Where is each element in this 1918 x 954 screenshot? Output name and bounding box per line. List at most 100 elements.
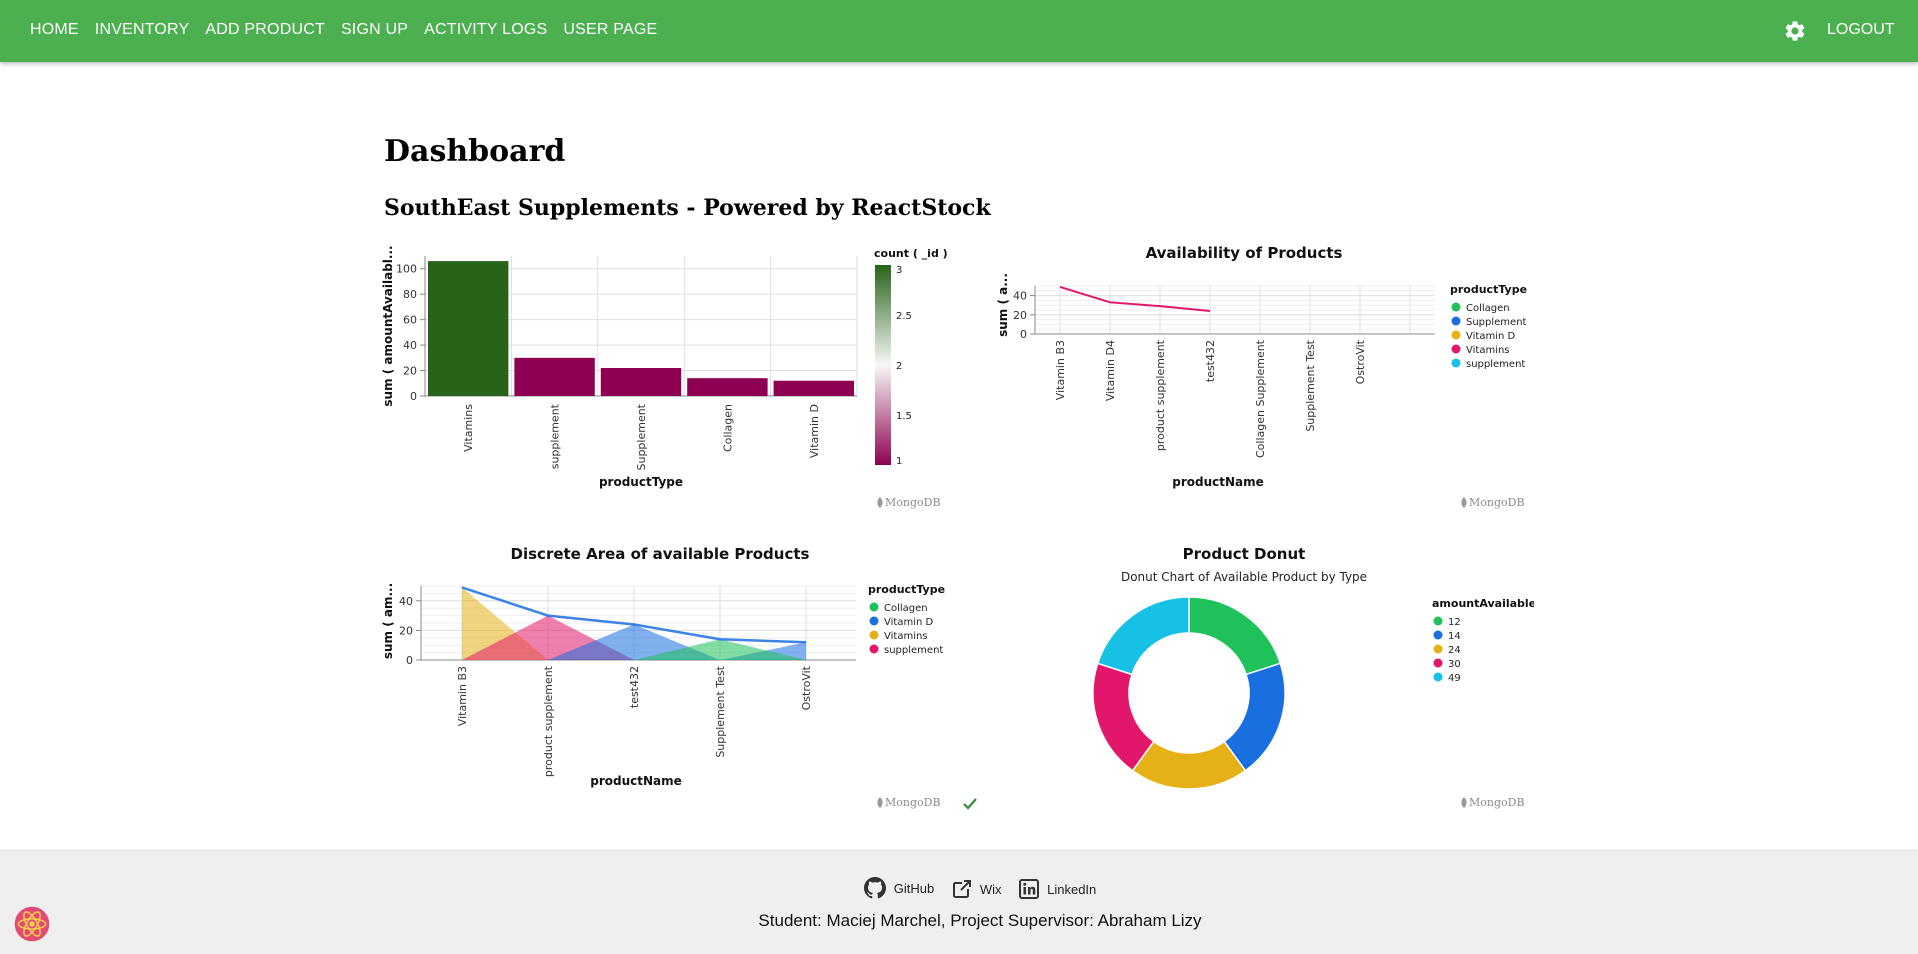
y-axis-title: sum ( a...	[996, 273, 1010, 337]
github-label: GitHub	[893, 880, 935, 896]
y-tick-label: 20	[1013, 309, 1027, 322]
bar	[428, 261, 509, 396]
bar	[514, 357, 595, 396]
legend-tick-label: 2.5	[896, 311, 912, 322]
x-axis-title: productName	[1172, 475, 1264, 489]
linkedin-link[interactable]: LinkedIn	[1019, 879, 1096, 899]
main-nav: HOME INVENTORY ADD PRODUCT SIGN UP ACTIV…	[22, 0, 665, 60]
legend-swatch	[1433, 644, 1443, 654]
donut-slice	[1188, 596, 1282, 676]
legend-item-label: Collagen	[884, 603, 928, 614]
x-tick-label: OstroVit	[1354, 339, 1367, 384]
wix-link[interactable]: Wix	[952, 879, 1002, 899]
x-tick-label: Vitamins	[462, 404, 475, 452]
nav-activity-logs[interactable]: ACTIVITY LOGS	[424, 21, 547, 39]
donut-slice	[1092, 662, 1155, 772]
nav-user-page[interactable]: USER PAGE	[563, 21, 657, 39]
mongodb-brand-label: MongoDB	[885, 796, 941, 809]
legend-swatch	[1433, 672, 1443, 682]
legend-item-label: supplement	[1466, 359, 1525, 370]
gear-icon[interactable]	[1783, 19, 1807, 43]
react-logo-icon	[14, 906, 50, 942]
y-tick-label: 0	[410, 390, 417, 403]
y-tick-label: 40	[403, 339, 417, 352]
external-link-icon	[952, 880, 971, 898]
x-tick-label: Vitamin B3	[456, 666, 469, 726]
legend-item-label: 30	[1448, 659, 1461, 670]
chart-title: Availability of Products	[1146, 244, 1343, 262]
github-link[interactable]: GitHub	[863, 877, 935, 899]
x-tick-label: Supplement Test	[714, 665, 727, 757]
y-tick-label: 0	[406, 654, 413, 667]
y-tick-label: 80	[403, 288, 417, 301]
x-tick-label: Collagen Supplement	[1254, 339, 1267, 458]
legend-title: amountAvailable	[1432, 597, 1534, 610]
nav-sign-up[interactable]: SIGN UP	[341, 21, 408, 39]
y-tick-label: 100	[396, 263, 417, 276]
chart-title: Discrete Area of available Products	[511, 545, 810, 563]
x-tick-label: Collagen	[721, 404, 734, 452]
donut-slice	[1131, 740, 1247, 790]
legend-item-label: Supplement	[1466, 317, 1527, 328]
y-tick-label: 40	[1013, 290, 1027, 303]
bar	[687, 378, 768, 396]
legend-swatch	[869, 644, 879, 654]
legend-swatch	[1451, 344, 1461, 354]
mongodb-leaf-icon	[1461, 797, 1467, 808]
x-axis-title: productType	[599, 475, 683, 489]
y-tick-label: 0	[1020, 328, 1027, 341]
y-axis-title: sum ( am...	[381, 583, 395, 659]
nav-home[interactable]: HOME	[30, 21, 79, 39]
x-tick-label: test432	[628, 666, 641, 708]
x-tick-label: Vitamin B3	[1054, 340, 1067, 400]
legend-tick-label: 1.5	[896, 411, 912, 422]
legend-swatch	[1433, 630, 1443, 640]
legend-item-label: 12	[1448, 617, 1461, 628]
legend-item-label: Vitamin D	[884, 617, 933, 628]
mongodb-brand-label: MongoDB	[1469, 796, 1525, 809]
page-title: Dashboard	[384, 134, 566, 169]
legend-item-label: Vitamin D	[1466, 331, 1515, 342]
check-icon	[963, 798, 977, 810]
nav-inventory[interactable]: INVENTORY	[95, 21, 190, 39]
legend-swatch	[1433, 616, 1443, 626]
legend-swatch	[1451, 330, 1461, 340]
bar	[600, 368, 682, 396]
legend-swatch	[869, 602, 879, 612]
line-chart-availability: Availability of Products 0 20 40 Vitamin B3 V…	[996, 244, 1527, 509]
mongodb-leaf-icon	[877, 497, 883, 508]
nav-add-product[interactable]: ADD PRODUCT	[205, 21, 325, 39]
y-tick-label: 60	[403, 314, 417, 327]
legend-swatch	[869, 630, 879, 640]
wix-label: Wix	[979, 881, 1002, 897]
legend-item-label: Vitamins	[1466, 345, 1510, 356]
x-tick-label: Vitamin D4	[1104, 340, 1117, 401]
page-subtitle: SouthEast Supplements - Powered by React…	[384, 195, 991, 221]
footer-links: GitHub Wix LinkedIn	[0, 877, 1918, 902]
y-tick-label: 40	[399, 595, 413, 608]
legend-item-label: 14	[1448, 631, 1461, 642]
mongodb-brand-label: MongoDB	[885, 496, 941, 509]
legend-item-label: Collagen	[1466, 303, 1510, 314]
x-tick-label: supplement	[549, 403, 562, 469]
x-tick-label: Supplement	[635, 403, 648, 470]
x-tick-label: product supplement	[1154, 339, 1167, 451]
legend-title: count ( _id )	[874, 247, 948, 260]
chart-subtitle: Donut Chart of Available Product by Type	[1121, 570, 1367, 584]
legend-swatch	[1451, 316, 1461, 326]
donut-chart-products: Product Donut Donut Chart of Available Pr…	[1092, 545, 1534, 809]
y-axis-title: sum ( amountAvailabl...	[381, 245, 395, 406]
legend-swatch	[1451, 358, 1461, 368]
x-tick-label: test432	[1204, 340, 1217, 382]
legend-item-label: supplement	[884, 645, 943, 656]
linkedin-icon	[1019, 879, 1040, 899]
mongodb-brand-label: MongoDB	[1469, 496, 1525, 509]
footer-credits: Student: Maciej Marchel, Project Supervi…	[758, 911, 1202, 930]
legend-swatch	[1451, 302, 1461, 312]
logout-link[interactable]: LOGOUT	[1827, 21, 1895, 39]
legend-title: productType	[1450, 283, 1527, 296]
mongodb-leaf-icon	[1461, 497, 1467, 508]
chart-title: Product Donut	[1183, 545, 1306, 563]
top-navbar: HOME INVENTORY ADD PRODUCT SIGN UP ACTIV…	[0, 0, 1918, 62]
legend-item-label: 24	[1448, 645, 1461, 656]
